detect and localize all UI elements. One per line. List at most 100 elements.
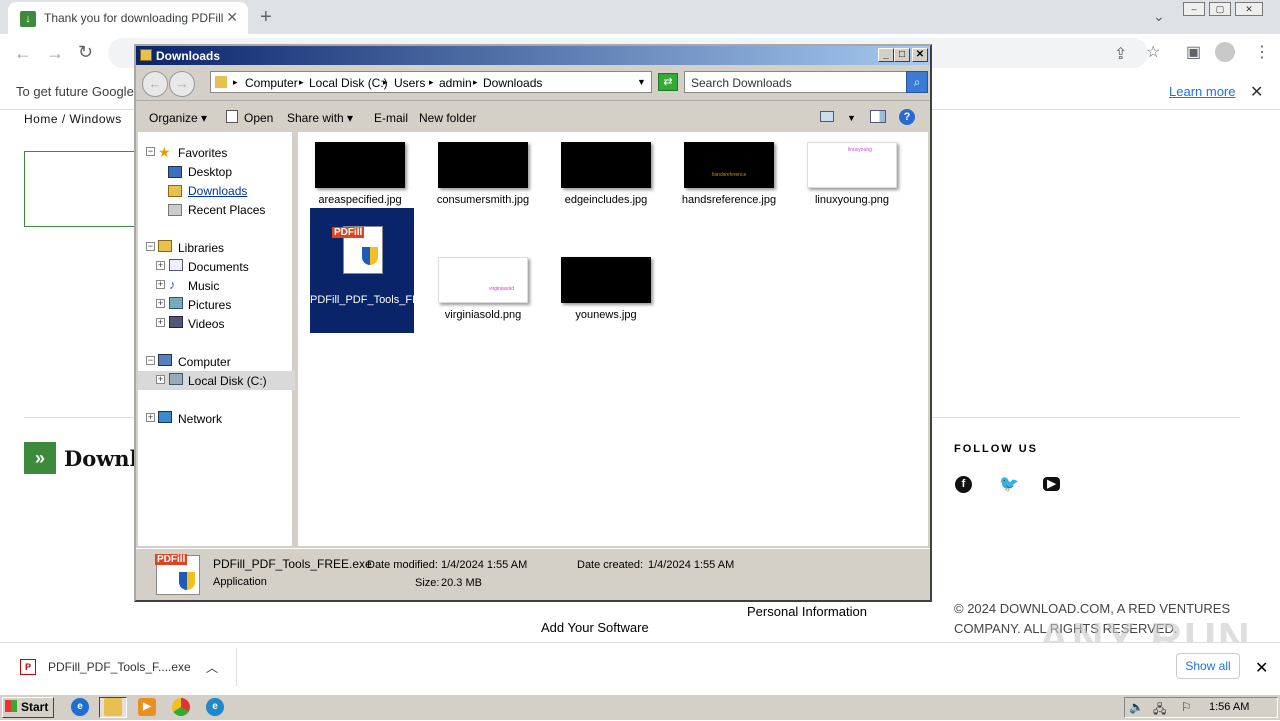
profile-avatar[interactable] bbox=[1215, 42, 1235, 62]
nav-videos[interactable]: Videos bbox=[188, 317, 224, 331]
forward-button[interactable]: → bbox=[169, 71, 195, 97]
breadcrumb-arrow-icon[interactable]: ▸ bbox=[383, 77, 388, 88]
chrome-icon[interactable] bbox=[172, 698, 190, 716]
youtube-icon[interactable]: ▶ bbox=[1043, 477, 1060, 491]
share-icon[interactable]: ⇪ bbox=[1114, 44, 1127, 64]
file-item[interactable]: younews.jpg bbox=[554, 257, 658, 321]
download-item[interactable]: PDFill_PDF_Tools_F....exe bbox=[48, 660, 191, 674]
shield-icon bbox=[179, 572, 195, 590]
search-icon[interactable]: ⌕ bbox=[906, 71, 928, 93]
download-logo-icon[interactable]: » bbox=[24, 442, 56, 474]
nav-documents[interactable]: Documents bbox=[188, 260, 249, 274]
learn-more-link[interactable]: Learn more bbox=[1169, 84, 1235, 99]
address-segment-downloads[interactable]: Downloads bbox=[483, 76, 542, 90]
nav-pictures[interactable]: Pictures bbox=[188, 298, 231, 312]
minimize-button[interactable]: – bbox=[1183, 2, 1205, 16]
share-with-button[interactable]: Share with ▾ bbox=[287, 111, 353, 125]
details-pane: PDFill PDFill_PDF_Tools_FREE.exe Applica… bbox=[136, 548, 930, 600]
nav-libraries[interactable]: Libraries bbox=[178, 241, 224, 255]
file-item[interactable]: linuxyoung linuxyoung.png bbox=[800, 142, 904, 206]
file-item[interactable]: areaspecified.jpg bbox=[308, 142, 412, 206]
help-icon[interactable]: ? bbox=[899, 109, 915, 125]
file-item[interactable]: virginiasold virginiasold.png bbox=[431, 257, 535, 321]
new-folder-button[interactable]: New folder bbox=[419, 111, 476, 125]
side-panel-icon[interactable]: ▣ bbox=[1186, 42, 1201, 62]
expand-icon[interactable]: + bbox=[156, 299, 165, 308]
address-segment-admin[interactable]: admin bbox=[439, 76, 472, 90]
personal-info-link[interactable]: Personal Information bbox=[747, 604, 867, 619]
bookmark-star-icon[interactable]: ☆ bbox=[1146, 42, 1160, 62]
close-tab-icon[interactable]: ✕ bbox=[226, 9, 238, 26]
nav-recent-places[interactable]: Recent Places bbox=[188, 203, 265, 217]
maximize-button[interactable]: □ bbox=[894, 48, 910, 62]
chevron-up-icon[interactable]: ︿ bbox=[206, 659, 218, 676]
ie-icon[interactable]: e bbox=[71, 698, 89, 716]
breadcrumb-arrow-icon[interactable]: ▸ bbox=[299, 77, 304, 88]
nav-desktop[interactable]: Desktop bbox=[188, 165, 232, 179]
expand-icon[interactable]: + bbox=[156, 261, 165, 270]
preview-pane-icon[interactable] bbox=[870, 110, 886, 123]
breadcrumb[interactable]: Home / Windows bbox=[24, 112, 122, 126]
twitter-icon[interactable]: 🐦 bbox=[999, 476, 1019, 493]
nav-downloads[interactable]: Downloads bbox=[188, 184, 247, 198]
search-input[interactable]: Search Downloads bbox=[684, 71, 928, 93]
breadcrumb-arrow-icon[interactable]: ▸ bbox=[233, 77, 238, 88]
view-icon[interactable] bbox=[820, 111, 834, 122]
nav-computer[interactable]: Computer bbox=[178, 355, 231, 369]
reload-icon[interactable]: ↻ bbox=[78, 42, 93, 63]
forward-icon[interactable]: → bbox=[46, 43, 64, 64]
close-infobar-icon[interactable]: ✕ bbox=[1250, 82, 1263, 102]
address-bar[interactable]: ▸ Computer ▸ Local Disk (C:) ▸ Users ▸ a… bbox=[210, 71, 652, 93]
nav-favorites[interactable]: Favorites bbox=[178, 146, 227, 160]
close-downloads-icon[interactable]: ✕ bbox=[1255, 658, 1268, 678]
collapse-icon[interactable]: − bbox=[146, 242, 155, 251]
refresh-icon[interactable]: ⇄ bbox=[658, 73, 678, 91]
file-item[interactable]: edgeincludes.jpg bbox=[554, 142, 658, 206]
close-button[interactable]: ✕ bbox=[912, 48, 928, 62]
address-segment-local-disk[interactable]: Local Disk (C:) bbox=[309, 76, 388, 90]
show-all-button[interactable]: Show all bbox=[1176, 653, 1240, 679]
collapse-icon[interactable]: − bbox=[146, 147, 155, 156]
back-button[interactable]: ← bbox=[142, 71, 168, 97]
window-titlebar[interactable]: Downloads bbox=[136, 46, 930, 65]
nav-network[interactable]: Network bbox=[178, 412, 222, 426]
expand-icon[interactable]: + bbox=[146, 413, 155, 422]
expand-icon[interactable]: + bbox=[156, 280, 165, 289]
restore-button[interactable]: ▢ bbox=[1209, 2, 1231, 16]
dropdown-arrow-icon[interactable]: ▼ bbox=[637, 77, 646, 87]
close-window-button[interactable]: ✕ bbox=[1235, 2, 1263, 16]
organize-button[interactable]: Organize ▾ bbox=[149, 111, 207, 125]
add-software-link[interactable]: Add Your Software bbox=[541, 620, 649, 635]
breadcrumb-arrow-icon[interactable]: ▸ bbox=[429, 77, 434, 88]
new-tab-button[interactable]: + bbox=[260, 6, 272, 29]
view-dropdown-icon[interactable]: ▼ bbox=[847, 113, 856, 123]
clock[interactable]: 1:56 AM bbox=[1209, 701, 1249, 713]
file-item-selected[interactable]: PDFill PDFill_PDF_Tools_FREE.exe bbox=[310, 208, 456, 333]
expand-icon[interactable]: + bbox=[156, 318, 165, 327]
breadcrumb-arrow-icon[interactable]: ▸ bbox=[473, 77, 478, 88]
menu-icon[interactable]: ⋮ bbox=[1254, 42, 1270, 62]
site-logo-text[interactable]: Downl bbox=[64, 446, 138, 471]
address-segment-users[interactable]: Users bbox=[394, 76, 425, 90]
file-item[interactable]: consumersmith.jpg bbox=[431, 142, 535, 206]
email-button[interactable]: E-mail bbox=[374, 111, 408, 125]
tab-search-chevron-icon[interactable]: ⌄ bbox=[1153, 8, 1165, 25]
desktop-icon bbox=[168, 166, 182, 178]
facebook-icon[interactable]: f bbox=[955, 476, 972, 493]
file-name: edgeincludes.jpg bbox=[564, 194, 648, 206]
edge-icon[interactable]: e bbox=[206, 698, 224, 716]
expand-icon[interactable]: + bbox=[156, 375, 165, 384]
file-item[interactable]: handsreference handsreference.jpg bbox=[677, 142, 781, 206]
flag-icon[interactable]: ⚐ bbox=[1181, 700, 1192, 714]
volume-icon[interactable]: 🔈 bbox=[1129, 700, 1144, 714]
collapse-icon[interactable]: − bbox=[146, 356, 155, 365]
minimize-button[interactable]: _ bbox=[878, 48, 894, 62]
media-player-icon[interactable]: ▶ bbox=[138, 698, 156, 716]
network-icon[interactable]: 🖧 bbox=[1153, 700, 1166, 721]
address-segment-computer[interactable]: Computer bbox=[245, 76, 298, 90]
open-button[interactable]: Open bbox=[244, 111, 273, 125]
nav-music[interactable]: Music bbox=[188, 279, 219, 293]
back-icon[interactable]: ← bbox=[14, 43, 32, 64]
nav-local-disk[interactable]: Local Disk (C:) bbox=[188, 374, 267, 388]
browser-tab[interactable]: ↓ Thank you for downloading PDFill Fre ✕ bbox=[8, 2, 248, 34]
